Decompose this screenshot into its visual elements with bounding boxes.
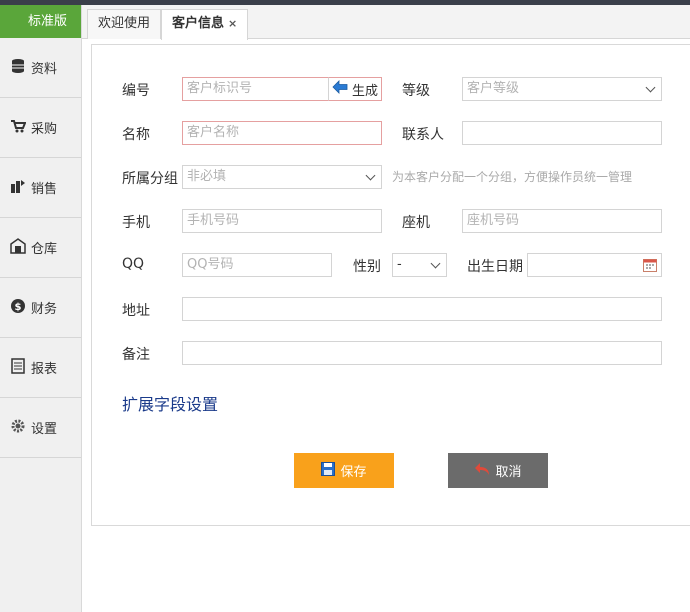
sidebar-item-purchase[interactable]: 采购 (0, 98, 81, 158)
sidebar-item-label: 仓库 (31, 242, 58, 257)
sidebar-item-label: 财务 (31, 302, 58, 317)
tab-bar: 欢迎使用 客户信息 × (82, 5, 690, 40)
cancel-label: 取消 (495, 465, 522, 480)
sidebar-item-data[interactable]: 资料 (0, 38, 81, 98)
floppy-icon (321, 461, 336, 480)
cart-icon (10, 118, 27, 138)
phone-input[interactable]: 座机号码 (462, 209, 662, 233)
name-label: 名称 (122, 127, 150, 143)
arrow-left-icon (332, 80, 348, 98)
report-icon (10, 357, 26, 378)
number-input[interactable]: 客户标识号 (182, 77, 329, 101)
sidebar-item-label: 资料 (31, 62, 58, 77)
sidebar-item-settings[interactable]: 设置 (0, 398, 81, 458)
birthday-input[interactable] (527, 253, 662, 277)
address-label: 地址 (122, 303, 150, 319)
sidebar-item-label: 报表 (31, 362, 58, 377)
generate-label: 生成 (351, 83, 378, 99)
sidebar-item-label: 设置 (31, 422, 58, 437)
mobile-input[interactable]: 手机号码 (182, 209, 382, 233)
group-hint: 为本客户分配一个分组，方便操作员统一管理 (392, 170, 633, 184)
birthday-label: 出生日期 (467, 259, 523, 275)
tab-customer-info[interactable]: 客户信息 × (161, 9, 249, 40)
warehouse-icon (10, 237, 26, 258)
gear-icon (10, 418, 26, 438)
cancel-button[interactable]: 取消 (448, 453, 548, 488)
name-input[interactable]: 客户名称 (182, 121, 382, 145)
dollar-icon: $ (10, 298, 26, 318)
sales-icon (10, 178, 26, 198)
address-input[interactable] (182, 297, 662, 321)
gender-label: 性别 (353, 259, 381, 275)
generate-button[interactable]: 生成 (328, 77, 382, 101)
extension-fields-link[interactable]: 扩展字段设置 (122, 391, 218, 415)
level-label: 等级 (402, 83, 430, 99)
group-label: 所属分组 (122, 171, 178, 187)
database-icon (10, 58, 26, 78)
phone-label: 座机 (402, 215, 430, 231)
sidebar: 标准版 资料 采购 销售 仓库 $ 财务 报表 设置 (0, 5, 82, 612)
sidebar-item-sales[interactable]: 销售 (0, 158, 81, 218)
sidebar-item-report[interactable]: 报表 (0, 338, 81, 398)
edition-label: 标准版 (0, 5, 81, 38)
tab-welcome[interactable]: 欢迎使用 (87, 9, 162, 39)
number-label: 编号 (122, 83, 150, 99)
save-label: 保存 (340, 465, 367, 480)
svg-text:$: $ (15, 302, 22, 313)
sidebar-item-label: 销售 (31, 182, 58, 197)
remark-label: 备注 (122, 347, 150, 363)
sidebar-item-warehouse[interactable]: 仓库 (0, 218, 81, 278)
undo-arrow-icon (474, 462, 490, 480)
tab-label: 客户信息 (172, 16, 225, 31)
save-button[interactable]: 保存 (294, 453, 394, 488)
group-select[interactable]: 非必填 (182, 165, 382, 189)
contact-label: 联系人 (402, 127, 444, 143)
calendar-icon[interactable] (642, 257, 658, 281)
sidebar-item-finance[interactable]: $ 财务 (0, 278, 81, 338)
qq-input[interactable]: QQ号码 (182, 253, 332, 277)
mobile-label: 手机 (122, 215, 150, 231)
gender-select[interactable]: - (392, 253, 447, 277)
remark-input[interactable] (182, 341, 662, 365)
sidebar-item-label: 采购 (31, 122, 58, 137)
tab-label: 欢迎使用 (98, 16, 151, 31)
close-icon[interactable]: × (228, 17, 237, 30)
contact-input[interactable] (462, 121, 662, 145)
qq-label: QQ (122, 256, 145, 272)
level-select[interactable]: 客户等级 (462, 77, 662, 101)
